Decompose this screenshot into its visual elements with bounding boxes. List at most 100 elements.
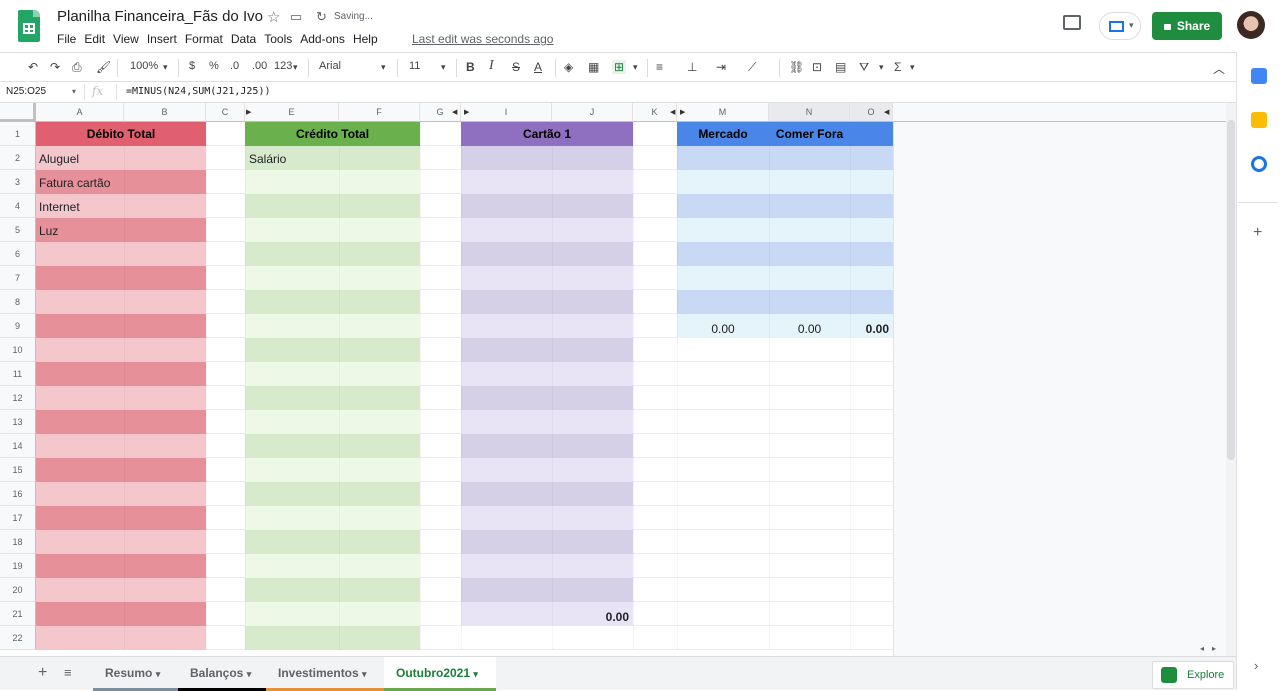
debito-item-luz[interactable]: Luz: [36, 224, 58, 238]
cartao-row-cell[interactable]: [461, 410, 633, 434]
column-header-e[interactable]: E: [245, 103, 339, 122]
debito-total-header[interactable]: Débito Total: [36, 122, 206, 146]
vertical-align-icon[interactable]: ⊥: [687, 60, 697, 74]
zoom-select[interactable]: 100%: [130, 60, 158, 72]
select-all-corner[interactable]: [0, 103, 36, 122]
cartao-row-cell[interactable]: [461, 482, 633, 506]
insert-chart-icon[interactable]: ▤: [835, 60, 846, 74]
expand-panel-icon[interactable]: ›: [1254, 658, 1258, 673]
categoria-row-cell[interactable]: [677, 194, 893, 218]
bold-button[interactable]: B: [466, 60, 475, 74]
row-header[interactable]: 9: [0, 314, 36, 338]
hidden-column-arrow-icon[interactable]: ▶: [246, 108, 251, 116]
categoria-row-cell[interactable]: [677, 290, 893, 314]
cartao-row-cell[interactable]: [461, 362, 633, 386]
column-header-c[interactable]: C: [206, 103, 245, 122]
menu-addons[interactable]: Add-ons: [300, 32, 345, 46]
credito-row-cell[interactable]: [245, 170, 420, 194]
cartao-row-cell[interactable]: [461, 554, 633, 578]
row-header[interactable]: 19: [0, 554, 36, 578]
credito-row-cell[interactable]: [245, 314, 420, 338]
debito-item-internet[interactable]: Internet: [36, 200, 80, 214]
tab-investimentos[interactable]: Investimentos ▾: [266, 657, 384, 691]
credito-row-cell[interactable]: [245, 338, 420, 362]
row-header[interactable]: 11: [0, 362, 36, 386]
row-header[interactable]: 12: [0, 386, 36, 410]
column-header-b[interactable]: B: [124, 103, 206, 122]
borders-icon[interactable]: ▦: [588, 60, 599, 74]
debito-row-cell[interactable]: [36, 338, 206, 362]
row-header[interactable]: 7: [0, 266, 36, 290]
cartao-row-cell[interactable]: [461, 338, 633, 362]
menu-file[interactable]: File: [57, 32, 76, 46]
debito-row-cell[interactable]: [36, 410, 206, 434]
tab-outubro2021[interactable]: Outubro2021 ▾: [384, 657, 496, 691]
row-header[interactable]: 17: [0, 506, 36, 530]
categoria-row-cell[interactable]: [677, 266, 893, 290]
categoria-row-cell[interactable]: [677, 242, 893, 266]
debito-row-cell[interactable]: [36, 242, 206, 266]
add-sheet-icon[interactable]: +: [38, 664, 47, 682]
tab-balancos[interactable]: Balanços ▾: [178, 657, 266, 691]
share-button[interactable]: Share: [1152, 12, 1222, 40]
credito-row-cell[interactable]: [245, 602, 420, 626]
formula-input[interactable]: =MINUS(N24,SUM(J21,J25)): [126, 86, 271, 97]
credito-row-cell[interactable]: [245, 506, 420, 530]
italic-button[interactable]: I: [489, 58, 494, 74]
align-left-icon[interactable]: ≡: [656, 60, 663, 74]
menu-insert[interactable]: Insert: [147, 32, 177, 46]
hidden-column-arrow-icon[interactable]: ◀: [452, 108, 457, 116]
credito-row-cell[interactable]: [245, 482, 420, 506]
credito-row-cell[interactable]: [245, 290, 420, 314]
credito-row-cell[interactable]: [245, 458, 420, 482]
row-header[interactable]: 10: [0, 338, 36, 362]
font-size-select[interactable]: 11: [409, 60, 420, 72]
increase-decimal-button[interactable]: .00: [252, 60, 267, 72]
menu-format[interactable]: Format: [185, 32, 223, 46]
credito-row-cell[interactable]: [245, 410, 420, 434]
fill-color-icon[interactable]: ◈: [564, 60, 573, 74]
debito-row-cell[interactable]: [36, 458, 206, 482]
categoria-row-cell[interactable]: [677, 218, 893, 242]
star-icon[interactable]: ☆: [267, 8, 280, 26]
tasks-icon[interactable]: [1251, 156, 1267, 172]
present-button[interactable]: ▾: [1099, 12, 1141, 40]
keep-icon[interactable]: [1251, 112, 1267, 128]
debito-row-cell[interactable]: [36, 362, 206, 386]
cartao-row-cell[interactable]: [461, 458, 633, 482]
cartao-row-cell[interactable]: [461, 314, 633, 338]
debito-row-cell[interactable]: [36, 266, 206, 290]
credito-item-salario[interactable]: Salário: [246, 152, 286, 166]
undo-icon[interactable]: ↶: [28, 60, 38, 74]
cartao-row-cell[interactable]: [461, 194, 633, 218]
credito-row-cell[interactable]: [245, 194, 420, 218]
last-edit-link[interactable]: Last edit was seconds ago: [412, 32, 553, 46]
credito-row-cell[interactable]: [245, 530, 420, 554]
column-header-f[interactable]: F: [339, 103, 420, 122]
tab-resumo[interactable]: Resumo ▾: [93, 657, 178, 691]
categorias-total[interactable]: 0.00: [850, 320, 893, 338]
row-header[interactable]: 15: [0, 458, 36, 482]
debito-row-cell[interactable]: [36, 578, 206, 602]
decrease-decimal-button[interactable]: .0: [230, 60, 239, 72]
debito-row-cell[interactable]: [36, 506, 206, 530]
cartao-row-cell[interactable]: [461, 242, 633, 266]
calendar-icon[interactable]: [1251, 68, 1267, 84]
redo-icon[interactable]: ↷: [50, 60, 60, 74]
column-header-j[interactable]: J: [552, 103, 633, 122]
cartao-row-cell[interactable]: [461, 146, 633, 170]
debito-row-cell[interactable]: [36, 602, 206, 626]
add-addon-icon[interactable]: +: [1253, 224, 1262, 242]
cartao-total[interactable]: 0.00: [552, 608, 633, 626]
scroll-left-icon[interactable]: ◂: [1200, 644, 1204, 653]
credito-row-cell[interactable]: [245, 386, 420, 410]
hidden-column-arrow-icon[interactable]: ◀: [670, 108, 675, 116]
categoria-row-cell[interactable]: [677, 146, 893, 170]
avatar[interactable]: [1237, 11, 1265, 39]
menu-view[interactable]: View: [113, 32, 139, 46]
column-header-n[interactable]: N: [769, 103, 850, 122]
cartao-row-cell[interactable]: [461, 530, 633, 554]
cartao-header[interactable]: Cartão 1: [461, 122, 633, 146]
document-title[interactable]: Planilha Financeira_Fãs do Ivo: [57, 8, 263, 25]
all-sheets-icon[interactable]: ≡: [64, 665, 72, 680]
